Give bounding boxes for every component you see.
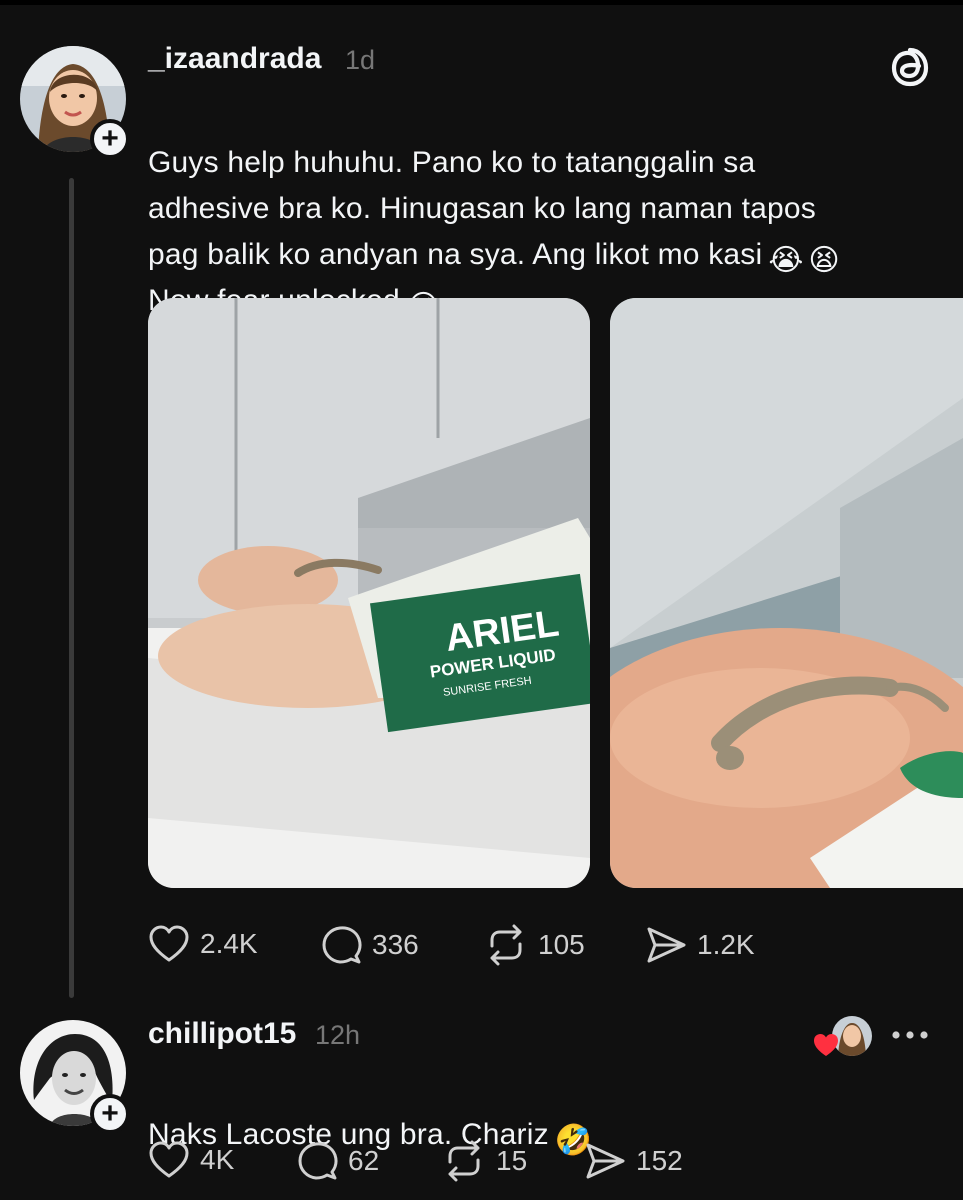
comment-icon [298, 1142, 338, 1180]
post-share-button[interactable]: 1.2K [645, 924, 755, 966]
post-share-count: 1.2K [697, 929, 755, 960]
tired-face-emoji: 😫 [808, 244, 840, 277]
more-icon [892, 1031, 928, 1039]
thread-connector-line [69, 178, 74, 998]
heart-icon [149, 1141, 189, 1178]
follow-author-button[interactable]: + [90, 119, 130, 159]
post-like-button[interactable]: 2.4K [148, 924, 258, 964]
plus-icon: + [101, 122, 119, 155]
heart-filled-icon [814, 1034, 838, 1056]
post-repost-count: 105 [538, 929, 585, 960]
reply-repost-count: 15 [496, 1145, 528, 1176]
more-options-button[interactable] [888, 1020, 932, 1055]
reply-like-count: 4K [200, 1144, 235, 1175]
post-image-1[interactable]: ARIEL POWER LIQUID SUNRISE FRESH [148, 298, 590, 888]
reply-share-count: 152 [636, 1145, 683, 1176]
reply-like-button[interactable]: 4K [148, 1140, 234, 1180]
send-icon [586, 1143, 625, 1179]
liked-by-author-badge [810, 1016, 872, 1060]
post-reply-button[interactable]: 336 [320, 924, 419, 966]
reply-timestamp: 12h [315, 1020, 361, 1050]
post-like-count: 2.4K [200, 928, 258, 959]
post-timestamp: 1d [345, 45, 376, 75]
threads-logo-icon[interactable] [888, 44, 932, 93]
post-repost-button[interactable]: 105 [484, 924, 585, 966]
post-text: Guys help huhuhu. Pano ko to tatanggalin… [148, 94, 938, 324]
crying-face-emoji: 😭 [768, 244, 804, 277]
follow-reply-author-button[interactable]: + [90, 1094, 130, 1134]
repost-icon [448, 1140, 480, 1182]
post-image-2[interactable] [610, 298, 963, 888]
reply-repost-button[interactable]: 15 [442, 1140, 527, 1182]
comment-icon [322, 926, 362, 964]
reply-share-button[interactable]: 152 [584, 1140, 683, 1182]
post-reply-count: 336 [372, 929, 419, 960]
top-divider [0, 0, 963, 5]
repost-icon [490, 924, 522, 966]
reply-reply-button[interactable]: 62 [296, 1140, 379, 1182]
post-username[interactable]: _izaandrada [148, 42, 321, 76]
send-icon [647, 927, 686, 963]
reply-username[interactable]: chillipot15 [148, 1017, 296, 1051]
heart-icon [149, 925, 189, 962]
post-text-main: Guys help huhuhu. Pano ko to tatanggalin… [148, 146, 816, 271]
plus-icon: + [101, 1097, 119, 1130]
reply-reply-count: 62 [348, 1145, 380, 1176]
